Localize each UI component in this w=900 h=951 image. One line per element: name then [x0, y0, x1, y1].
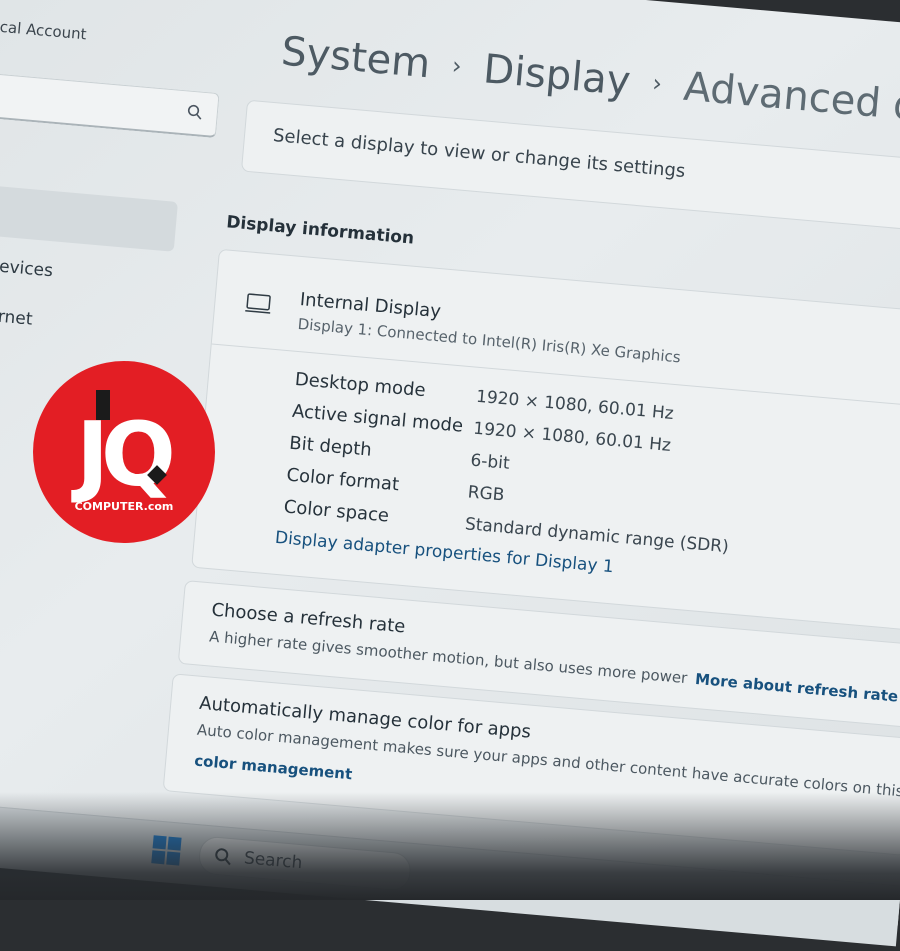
display-information-heading: Display information: [225, 212, 415, 249]
display-information-card: Internal Display Display 1: Connected to…: [191, 248, 900, 632]
breadcrumb-display[interactable]: Display: [482, 46, 633, 105]
prop-label-active-signal-mode: Active signal mode: [291, 400, 464, 437]
breadcrumb-system[interactable]: System: [280, 29, 433, 88]
display-connection-info: Display 1: Connected to Intel(R) Iris(R)…: [297, 314, 682, 367]
sidebar-item-network-internet[interactable]: internet: [0, 304, 33, 330]
sidebar-selected-highlight: [0, 182, 178, 252]
prop-value-desktop-mode: 1920 × 1080, 60.01 Hz: [475, 386, 675, 424]
monitor-icon: [245, 293, 271, 314]
windows-start-icon[interactable]: [150, 834, 183, 867]
color-management-link[interactable]: color management: [194, 752, 353, 784]
prop-label-desktop-mode: Desktop mode: [294, 368, 427, 402]
sidebar-item-devices[interactable]: & devices: [0, 254, 54, 281]
breadcrumb-advanced-display: Advanced displa: [681, 63, 900, 139]
logo-text: COMPUTER.com: [75, 500, 174, 513]
prop-value-bit-depth: 6-bit: [469, 450, 511, 474]
refresh-rate-link[interactable]: More about refresh rate: [694, 670, 898, 706]
chevron-right-icon: ›: [651, 68, 664, 98]
search-icon: [187, 104, 202, 120]
prop-label-bit-depth: Bit depth: [288, 432, 373, 461]
chevron-right-icon: ›: [450, 51, 463, 81]
prop-label-color-space: Color space: [282, 496, 390, 527]
account-type-label: Local Account: [0, 16, 88, 44]
taskbar-search-box[interactable]: Search: [197, 835, 413, 892]
search-icon: [215, 848, 231, 866]
prop-value-active-signal-mode: 1920 × 1080, 60.01 Hz: [472, 418, 672, 456]
find-setting-search-box[interactable]: ng: [0, 69, 220, 139]
taskbar-search-label: Search: [243, 848, 304, 874]
svg-text:JQ: JQ: [71, 403, 172, 506]
prop-value-color-format: RGB: [466, 482, 506, 506]
refresh-rate-description-text: A higher rate gives smoother motion, but…: [208, 627, 689, 688]
jq-computer-logo: JQ COMPUTER.com: [33, 361, 215, 543]
prop-label-color-format: Color format: [285, 464, 400, 496]
select-display-label: Select a display to view or change its s…: [272, 125, 687, 183]
